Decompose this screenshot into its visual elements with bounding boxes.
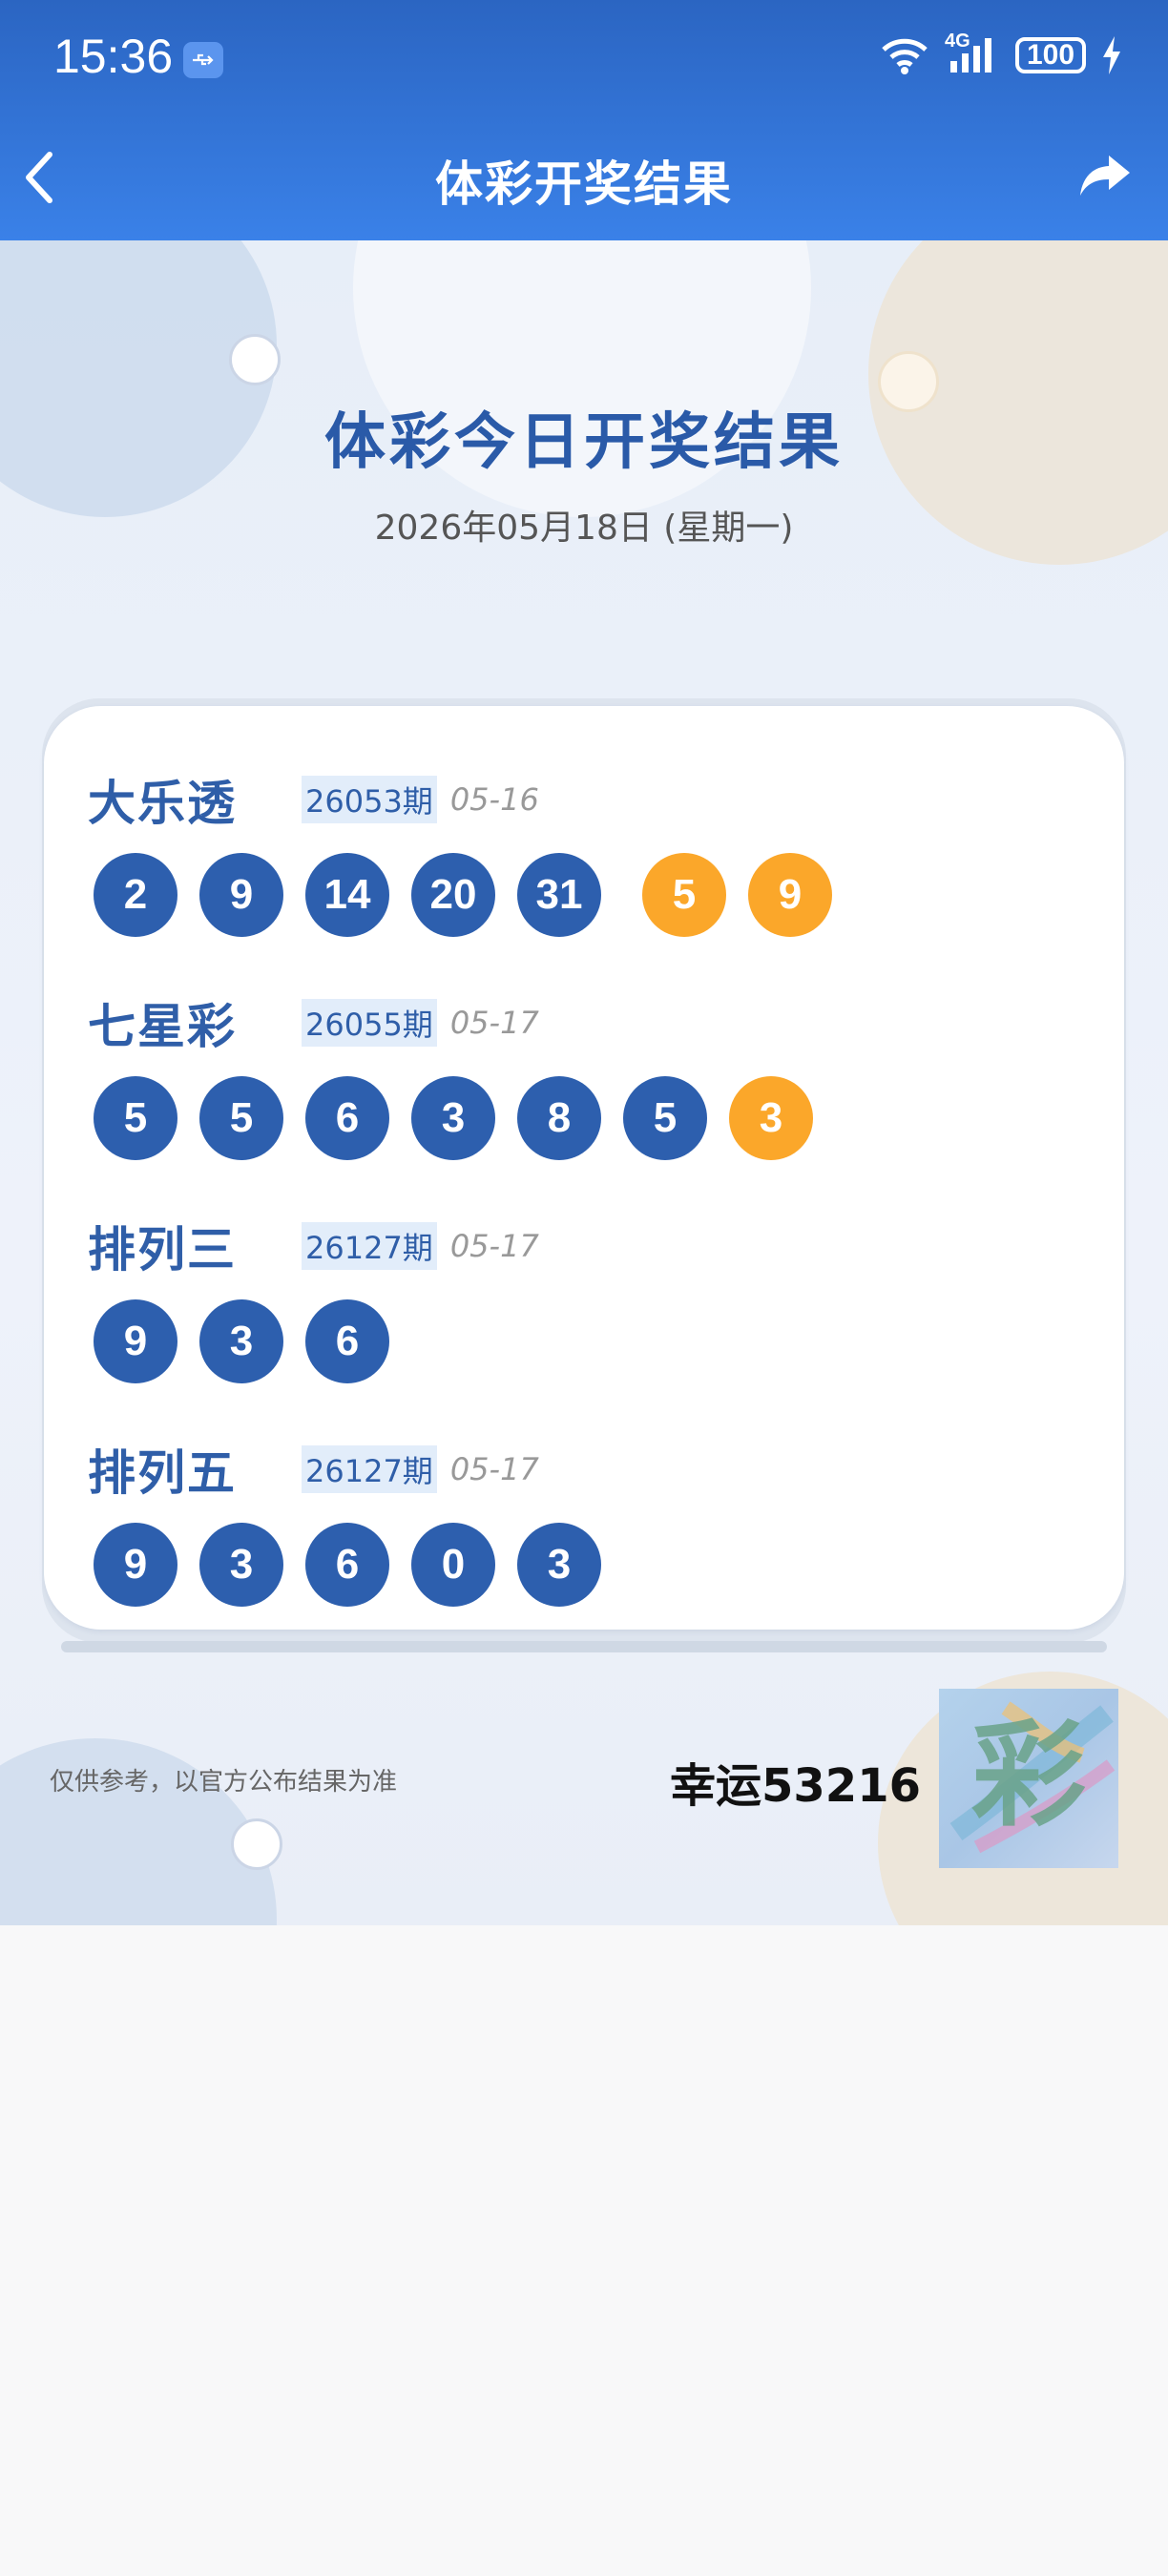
draw-date: 05-17	[449, 1451, 539, 1487]
main-ball: 20	[411, 853, 495, 937]
usb-icon	[183, 42, 223, 78]
hero-date: 2026年05月18日 (星期一)	[374, 509, 794, 548]
issue-number: 26053期	[302, 776, 437, 823]
main-ball: 6	[305, 1523, 389, 1607]
draw-date: 05-17	[449, 1005, 539, 1041]
game-name: 大乐透	[88, 776, 237, 831]
ball-row: 9 3 6 0 3	[94, 1523, 623, 1607]
game-name: 七星彩	[88, 999, 237, 1054]
cellular-signal-icon: 4G	[945, 31, 1000, 76]
main-ball: 8	[517, 1076, 601, 1160]
battery-icon: 100	[1015, 37, 1086, 73]
main-ball: 5	[623, 1076, 707, 1160]
main-ball: 2	[94, 853, 177, 937]
issue-number: 26127期	[302, 1445, 437, 1493]
main-ball: 9	[199, 853, 283, 937]
ball-row: 9 3 6	[94, 1299, 411, 1383]
logo-glyph: 彩	[971, 1708, 1086, 1842]
main-ball: 6	[305, 1299, 389, 1383]
share-arrow-icon	[1080, 156, 1130, 196]
results-card: 大乐透 26053期 05-16 2 9 14 20 31 5 9 七星彩 26…	[44, 706, 1124, 1630]
disclaimer-text: 仅供参考，以官方公布结果为准	[50, 1768, 398, 1797]
wifi-icon	[882, 38, 928, 74]
main-ball: 5	[199, 1076, 283, 1160]
lucky-label: 幸运53216	[670, 1759, 921, 1813]
draw-date: 05-17	[449, 1228, 539, 1264]
special-ball: 5	[642, 853, 726, 937]
cai-logo: 彩	[939, 1689, 1118, 1868]
issue-number: 26055期	[302, 999, 437, 1047]
status-icons: 4G 100	[880, 31, 1122, 76]
decor-circle	[231, 1818, 282, 1870]
status-time: 15:36	[53, 30, 174, 83]
main-ball: 0	[411, 1523, 495, 1607]
charging-bolt-icon	[1103, 36, 1120, 74]
main-ball: 9	[94, 1523, 177, 1607]
issue-number: 26127期	[302, 1222, 437, 1270]
decor-circle	[229, 334, 281, 385]
share-button[interactable]	[1076, 148, 1134, 205]
page-title: 体彩开奖结果	[435, 156, 733, 212]
draw-date: 05-16	[449, 781, 539, 818]
hero-title: 体彩今日开奖结果	[324, 407, 844, 478]
card-shadow-line	[61, 1641, 1107, 1652]
special-ball: 9	[748, 853, 832, 937]
ball-row: 2 9 14 20 31 5 9	[94, 853, 854, 937]
main-ball: 3	[199, 1523, 283, 1607]
battery-level: 100	[1026, 39, 1075, 71]
game-name: 排列三	[88, 1222, 237, 1278]
app-header: 15:36 4G 100 体彩开奖结果	[0, 0, 1168, 240]
main-ball: 6	[305, 1076, 389, 1160]
main-ball: 31	[517, 853, 601, 937]
main-ball: 5	[94, 1076, 177, 1160]
game-name: 排列五	[88, 1445, 237, 1501]
main-ball: 3	[199, 1299, 283, 1383]
main-ball: 9	[94, 1299, 177, 1383]
result-panel: 体彩今日开奖结果 2026年05月18日 (星期一) 大乐透 26053期 05…	[0, 240, 1168, 1925]
main-ball: 3	[517, 1523, 601, 1607]
special-ball: 3	[729, 1076, 813, 1160]
ball-row: 5 5 6 3 8 5 3	[94, 1076, 835, 1160]
main-ball: 14	[305, 853, 389, 937]
main-ball: 3	[411, 1076, 495, 1160]
